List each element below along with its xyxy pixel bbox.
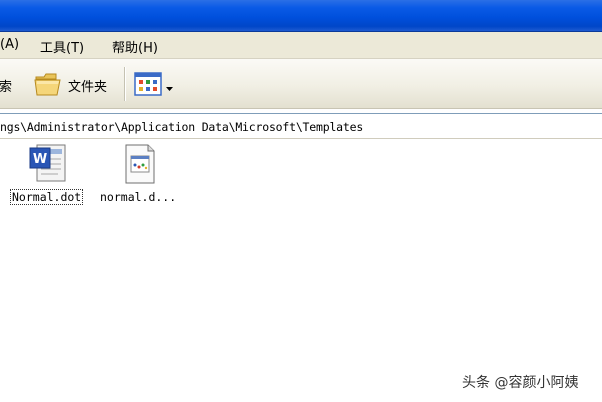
file-view[interactable]: W Normal.dot normal.d...	[0, 139, 602, 402]
word-doc-icon: W	[28, 143, 68, 188]
watermark: 头条 @容颜小阿姨	[462, 375, 579, 391]
template-doc-icon	[122, 143, 158, 188]
svg-text:W: W	[33, 152, 47, 167]
search-button[interactable]: 搜索	[0, 76, 12, 95]
file-name[interactable]: normal.d...	[100, 190, 176, 204]
folder-icon	[34, 71, 62, 100]
file-name[interactable]: Normal.dot	[10, 189, 84, 205]
view-icon	[134, 71, 162, 100]
menu-item-help[interactable]: 帮助(H)	[112, 37, 158, 56]
folders-button[interactable]: 文件夹	[32, 69, 118, 99]
menu-item-tools[interactable]: 工具(T)	[40, 37, 84, 56]
file-item[interactable]: W Normal.dot	[8, 143, 92, 207]
views-button[interactable]	[134, 71, 176, 97]
dropdown-arrow-icon[interactable]	[166, 81, 173, 95]
file-item[interactable]: normal.d...	[96, 143, 186, 207]
menu-bar: (A) 工具(T) 帮助(H)	[0, 32, 602, 59]
menu-item-a[interactable]: (A)	[0, 37, 19, 52]
folders-label: 文件夹	[68, 80, 108, 95]
toolbar-separator	[124, 67, 126, 101]
toolbar: 搜索 文件夹	[0, 59, 602, 109]
address-bar[interactable]: ngs\Administrator\Application Data\Micro…	[0, 113, 602, 139]
window-titlebar[interactable]	[0, 0, 602, 32]
address-path[interactable]: ngs\Administrator\Application Data\Micro…	[0, 120, 363, 134]
